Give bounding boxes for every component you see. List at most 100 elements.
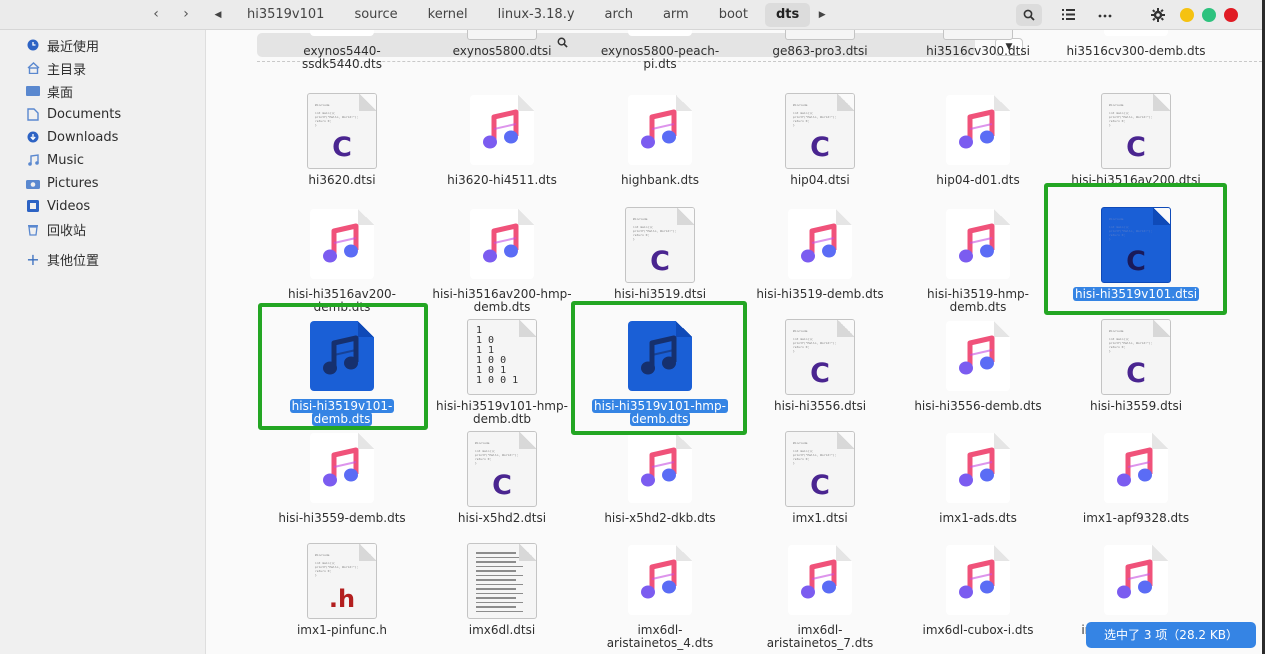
file-name: exynos5800.dtsi: [452, 44, 552, 58]
file-name: hisi-hi3516av200-hmp-demb.dts: [432, 287, 572, 314]
close-button[interactable]: [1224, 8, 1238, 22]
music-note-icon: [801, 223, 837, 263]
file-name: hisi-hi3519-hmp-demb.dts: [927, 287, 1029, 314]
file-thumbnail: [467, 207, 537, 283]
file-item[interactable]: hisi-x5hd2-dkb.dts: [581, 431, 739, 525]
audio-file-icon: [946, 545, 1010, 615]
sidebar-item-desktop[interactable]: 桌面: [26, 80, 73, 102]
search-icon: [1023, 9, 1035, 21]
c-source-file-icon: #include int main(){ printf("Hello, Worl…: [467, 431, 537, 507]
crumb-kernel[interactable]: kernel: [417, 3, 479, 27]
search-button[interactable]: [1016, 4, 1042, 26]
music-note-icon: [323, 447, 359, 487]
music-note-icon: [959, 223, 995, 263]
file-item[interactable]: hisi-hi3519-hmp-demb.dts: [899, 207, 1057, 314]
sidebar-item-other-locations[interactable]: + 其他位置: [26, 248, 99, 270]
file-item[interactable]: imx6dl-cubox-i.dts: [899, 543, 1057, 637]
file-name: imx1.dtsi: [792, 511, 848, 525]
sidebar-item-label: Documents: [47, 106, 122, 122]
file-thumbnail: [307, 30, 377, 40]
file-item[interactable]: imx6dl-aristainetos_7.dts: [741, 543, 899, 650]
audio-file-icon: [946, 209, 1010, 279]
c-source-file-icon: #include int main(){ printf("Hello, Worl…: [785, 30, 855, 40]
file-item[interactable]: highbank.dts: [581, 93, 739, 187]
audio-file-icon: [1104, 433, 1168, 503]
annotation-box: [258, 303, 428, 430]
menu-button[interactable]: [1092, 4, 1118, 26]
forward-button[interactable]: ›: [175, 4, 197, 24]
maximize-button[interactable]: [1202, 8, 1216, 22]
file-item[interactable]: #include int main(){ printf("Hello, Worl…: [899, 30, 1057, 58]
music-note-icon: [641, 447, 677, 487]
file-item[interactable]: #include int main(){ printf("Hello, Worl…: [741, 30, 899, 58]
file-item[interactable]: exynos5800-peach-pi.dts: [581, 30, 739, 71]
file-item[interactable]: hip04-d01.dts: [899, 93, 1057, 187]
list-view-button[interactable]: [1055, 4, 1081, 26]
file-item[interactable]: hisi-hi3556-demb.dts: [899, 319, 1057, 413]
audio-file-icon: [470, 95, 534, 165]
sidebar-item-trash[interactable]: 回收站: [26, 218, 86, 240]
file-item[interactable]: hisi-hi3516av200-demb.dts: [263, 207, 421, 314]
file-item[interactable]: #include int main(){ printf("Hello, Worl…: [263, 543, 421, 637]
file-item[interactable]: imx1-apf9328.dts: [1057, 431, 1215, 525]
file-item[interactable]: #include int main(){ printf("Hello, Worl…: [581, 207, 739, 301]
file-name: hisi-hi3519-demb.dts: [756, 287, 884, 301]
file-item[interactable]: #include int main(){ printf("Hello, Worl…: [423, 30, 581, 58]
audio-file-icon: [628, 95, 692, 165]
file-item[interactable]: #include int main(){ printf("Hello, Worl…: [741, 319, 899, 413]
crumb-boot[interactable]: boot: [708, 3, 759, 27]
crumb-arm[interactable]: arm: [652, 3, 700, 27]
sidebar-item-label: 最近使用: [47, 39, 100, 55]
path-scroll-left-button[interactable]: ◀: [210, 10, 226, 20]
file-item[interactable]: #include int main(){ printf("Hello, Worl…: [1057, 93, 1215, 187]
file-item[interactable]: #include int main(){ printf("Hello, Worl…: [423, 431, 581, 525]
sidebar-item-recent[interactable]: 最近使用: [26, 34, 99, 56]
file-item[interactable]: exynos5440-ssdk5440.dts: [263, 30, 421, 71]
file-name: hi3620-hi4511.dts: [447, 173, 557, 187]
crumb-hi3519v101[interactable]: hi3519v101: [236, 3, 335, 27]
settings-button[interactable]: [1145, 4, 1171, 26]
sidebar-item-documents[interactable]: Documents: [26, 103, 121, 125]
file-name: hi3620.dtsi: [308, 173, 376, 187]
c-source-file-icon: #include int main(){ printf("Hello, Worl…: [785, 431, 855, 507]
file-manager-window: ‹ › ◀ hi3519v101 source kernel linux-3.1…: [0, 0, 1262, 654]
file-item[interactable]: imx6dl-aristainetos_4.dts: [581, 543, 739, 650]
file-thumbnail: #include int main(){ printf("Hello, Worl…: [307, 543, 377, 619]
file-item[interactable]: imx6dl.dtsi: [423, 543, 581, 637]
crumb-source[interactable]: source: [343, 3, 408, 27]
sidebar-item-home[interactable]: 主目录: [26, 57, 86, 79]
file-name: highbank.dts: [620, 173, 700, 187]
file-item[interactable]: hisi-hi3516av200-hmp-demb.dts: [423, 207, 581, 314]
sidebar-item-music[interactable]: Music: [26, 149, 84, 171]
file-item[interactable]: #include int main(){ printf("Hello, Worl…: [741, 93, 899, 187]
file-item[interactable]: hi3620-hi4511.dts: [423, 93, 581, 187]
header-file-icon: #include int main(){ printf("Hello, Worl…: [307, 543, 377, 619]
file-item[interactable]: hisi-hi3519-demb.dts: [741, 207, 899, 301]
document-icon: [26, 107, 40, 121]
path-scroll-right-button[interactable]: ▶: [814, 10, 830, 20]
sidebar-item-label: Pictures: [47, 175, 99, 191]
crumb-linux[interactable]: linux-3.18.y: [487, 3, 586, 27]
minimize-button[interactable]: [1180, 8, 1194, 22]
back-button[interactable]: ‹: [145, 4, 167, 24]
file-item[interactable]: 1 1 0 1 1 1 0 0 1 0 1 1 0 0 1 hisi-hi351…: [423, 319, 581, 426]
sidebar-item-videos[interactable]: Videos: [26, 195, 90, 217]
crumb-arch[interactable]: arch: [594, 3, 644, 27]
file-item[interactable]: #include int main(){ printf("Hello, Worl…: [263, 93, 421, 187]
audio-file-icon: [788, 209, 852, 279]
file-item[interactable]: hisi-hi3559-demb.dts: [263, 431, 421, 525]
file-name: imx6dl-aristainetos_4.dts: [606, 623, 714, 650]
file-item[interactable]: #include int main(){ printf("Hello, Worl…: [741, 431, 899, 525]
file-thumbnail: #include int main(){ printf("Hello, Worl…: [625, 207, 695, 283]
music-note-icon: [959, 109, 995, 149]
file-item[interactable]: #include int main(){ printf("Hello, Worl…: [1057, 319, 1215, 413]
sidebar-item-downloads[interactable]: Downloads: [26, 126, 118, 148]
file-item[interactable]: imx1-ads.dts: [899, 431, 1057, 525]
file-thumbnail: [943, 207, 1013, 283]
file-thumbnail: #include int main(){ printf("Hello, Worl…: [943, 30, 1013, 40]
sidebar-item-pictures[interactable]: Pictures: [26, 172, 98, 194]
audio-file-icon: [628, 30, 692, 36]
crumb-dts[interactable]: dts: [764, 3, 811, 27]
file-thumbnail: [625, 93, 695, 169]
file-item[interactable]: hi3516cv300-demb.dts: [1057, 30, 1215, 58]
